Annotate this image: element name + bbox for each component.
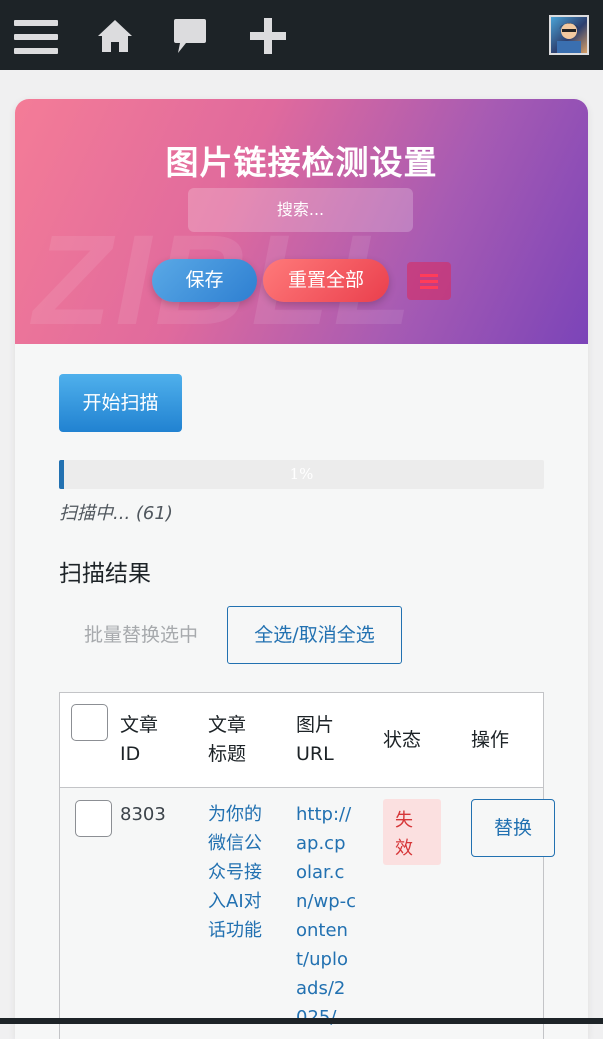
page-title: 图片链接检测设置	[165, 143, 438, 182]
start-scan-button[interactable]: 开始扫描	[59, 374, 182, 432]
plus-icon[interactable]	[247, 17, 289, 55]
column-header-post-id: 文章ID	[120, 714, 159, 765]
options-menu-icon[interactable]	[407, 262, 451, 300]
avatar[interactable]	[549, 15, 589, 55]
column-header-post-title: 文章标题	[208, 714, 247, 765]
search-input[interactable]: 搜索...	[188, 188, 413, 232]
menu-icon[interactable]	[14, 20, 58, 54]
scan-status-text: 扫描中... (61)	[59, 503, 173, 524]
select-all-checkbox[interactable]	[71, 704, 108, 741]
column-header-image-url: 图片URL	[296, 714, 335, 765]
home-icon[interactable]	[95, 17, 135, 55]
select-all-button[interactable]: 全选/取消全选	[227, 606, 402, 664]
save-button[interactable]: 保存	[152, 259, 257, 302]
progress-percent: 1%	[289, 465, 314, 483]
scan-progress-bar: 1%	[59, 460, 544, 489]
row-post-title-link[interactable]: 为你的微信公众号接入AI对话功能	[208, 800, 270, 945]
column-header-status: 状态	[383, 729, 422, 751]
row-post-id: 8303	[120, 804, 166, 825]
bottom-edge	[0, 1018, 603, 1024]
column-header-action: 操作	[471, 729, 510, 751]
row-checkbox[interactable]	[75, 800, 112, 837]
settings-header: ZIBLL 图片链接检测设置 搜索... 保存 重置全部	[15, 99, 588, 344]
row-image-url-link[interactable]: http://ap.cpolar.cn/wp-content/uploads/2…	[296, 800, 356, 1039]
table-header: 文章ID 文章标题 图片URL 状态 操作	[60, 693, 543, 788]
results-title: 扫描结果	[59, 561, 151, 587]
reset-all-button[interactable]: 重置全部	[263, 259, 389, 302]
status-badge: 失效	[383, 799, 441, 865]
results-table: 文章ID 文章标题 图片URL 状态 操作 8303 为你的微信公众号接入AI对…	[59, 692, 555, 1039]
settings-card: ZIBLL 图片链接检测设置 搜索... 保存 重置全部 开始扫描 1% 扫描中…	[15, 99, 588, 1039]
status-badge-text: 失效	[395, 810, 413, 859]
bulk-replace-button[interactable]: 批量替换选中	[59, 606, 223, 664]
replace-button[interactable]: 替换	[471, 799, 555, 857]
comment-icon[interactable]	[170, 17, 210, 55]
admin-bar	[0, 0, 603, 70]
